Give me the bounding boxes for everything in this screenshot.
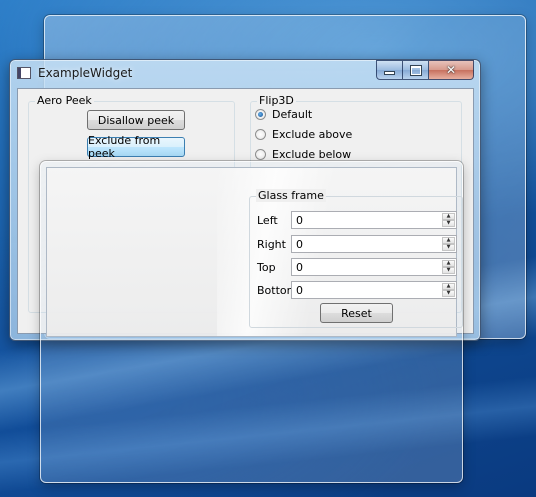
spin-up-icon[interactable]: ▲ — [442, 237, 455, 244]
bottom-spin-arrows: ▲ ▼ — [442, 283, 455, 297]
glass-window-front[interactable]: Glass frame Left 0 ▲ ▼ Right 0 ▲ ▼ Top 0 — [40, 161, 463, 483]
spin-up-icon[interactable]: ▲ — [442, 283, 455, 290]
bottom-value[interactable]: 0 — [296, 284, 303, 297]
top-value[interactable]: 0 — [296, 261, 303, 274]
glass-window-client-area: Glass frame Left 0 ▲ ▼ Right 0 ▲ ▼ Top 0 — [46, 167, 463, 337]
right-spinbox[interactable]: 0 ▲ ▼ — [291, 235, 457, 253]
spin-down-icon[interactable]: ▼ — [442, 290, 455, 297]
close-button[interactable]: ✕ — [429, 60, 474, 80]
spin-down-icon[interactable]: ▼ — [442, 267, 455, 274]
disallow-peek-button[interactable]: Disallow peek — [87, 110, 185, 130]
spin-down-icon[interactable]: ▼ — [442, 244, 455, 251]
right-label: Right — [257, 238, 286, 251]
left-label: Left — [257, 214, 278, 227]
flip3d-option-exclude-above[interactable]: Exclude above — [255, 126, 352, 142]
radio-unchecked-icon — [255, 128, 266, 140]
right-value[interactable]: 0 — [296, 238, 303, 251]
flip3d-option-exclude-below[interactable]: Exclude below — [255, 146, 351, 162]
radio-label: Exclude above — [272, 127, 353, 141]
top-spinbox[interactable]: 0 ▲ ▼ — [291, 258, 457, 276]
close-icon: ✕ — [445, 63, 457, 77]
reset-button[interactable]: Reset — [320, 303, 393, 323]
spin-up-icon[interactable]: ▲ — [442, 213, 455, 220]
window-title: ExampleWidget — [38, 66, 133, 80]
maximize-icon — [410, 65, 421, 75]
exclude-from-peek-button[interactable]: Exclude from peek — [87, 134, 185, 160]
bottom-spinbox[interactable]: 0 ▲ ▼ — [291, 281, 457, 299]
caption-buttons: ✕ — [376, 60, 474, 80]
left-spin-arrows: ▲ ▼ — [442, 213, 455, 227]
radio-label: Exclude below — [272, 147, 352, 161]
radio-unchecked-icon — [255, 148, 266, 160]
spin-up-icon[interactable]: ▲ — [442, 260, 455, 267]
aero-peek-group-title: Aero Peek — [35, 94, 94, 107]
left-value[interactable]: 0 — [296, 214, 303, 227]
minimize-button[interactable] — [376, 60, 403, 80]
minimize-icon — [385, 72, 394, 74]
radio-label: Default — [272, 107, 313, 121]
glass-frame-group-title: Glass frame — [256, 189, 326, 202]
radio-checked-icon — [255, 108, 266, 120]
flip3d-option-default[interactable]: Default — [255, 106, 312, 122]
maximize-button[interactable] — [403, 60, 429, 80]
top-label: Top — [257, 261, 276, 274]
glass-frame-group: Glass frame Left 0 ▲ ▼ Right 0 ▲ ▼ Top 0 — [249, 189, 463, 328]
right-spin-arrows: ▲ ▼ — [442, 237, 455, 251]
title-bar[interactable]: ExampleWidget ✕ — [10, 60, 480, 86]
app-window-icon — [17, 67, 31, 79]
spin-down-icon[interactable]: ▼ — [442, 220, 455, 227]
top-spin-arrows: ▲ ▼ — [442, 260, 455, 274]
left-spinbox[interactable]: 0 ▲ ▼ — [291, 211, 457, 229]
